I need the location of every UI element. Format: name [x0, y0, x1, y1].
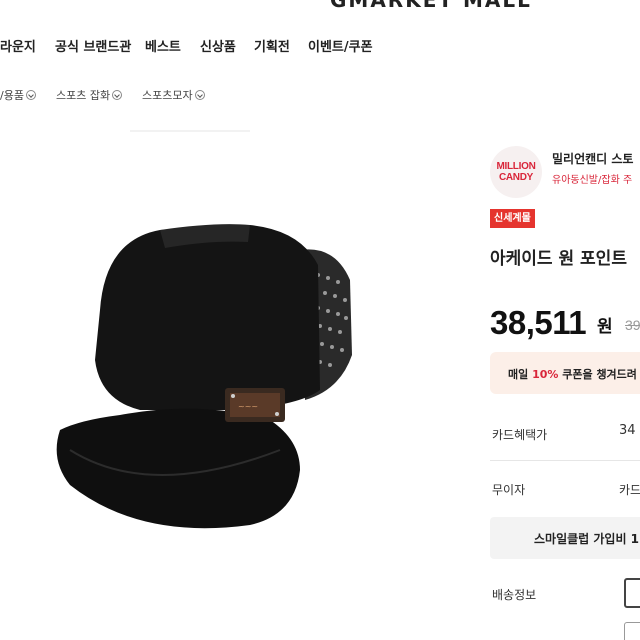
- coupon-text: 매일 10% 쿠폰을 챙겨드려: [508, 366, 637, 382]
- store-title: GMARKET MALL: [330, 0, 532, 12]
- logo-line1: MILLION: [496, 161, 536, 172]
- smile-club-label: 스마일클럽 가입비 1: [534, 532, 640, 546]
- seller-logo[interactable]: MILLION CANDY: [490, 146, 542, 198]
- chevron-down-icon: [25, 90, 36, 100]
- nav-item-official-brand[interactable]: 공식 브랜드관: [55, 36, 131, 55]
- interest-free-value[interactable]: 카드: [619, 481, 640, 498]
- svg-text:~~~: ~~~: [238, 402, 258, 411]
- breadcrumb-item[interactable]: 스포츠모자: [142, 87, 205, 103]
- seller-category[interactable]: 유아동신발/잡화 주: [552, 171, 632, 186]
- breadcrumb-label: 스포츠 잡화: [56, 89, 111, 102]
- nav-item-event-coupon[interactable]: 이벤트/쿠폰: [308, 36, 373, 55]
- coupon-highlight: 10%: [532, 368, 559, 381]
- shipping-label: 배송정보: [492, 588, 537, 602]
- shipping-option-box[interactable]: [624, 578, 640, 608]
- logo-line2: CANDY: [498, 172, 534, 183]
- smile-club-button[interactable]: 스마일클럽 가입비 1: [490, 517, 640, 559]
- chevron-down-icon: [112, 90, 123, 100]
- store-badge: 신세계몰: [490, 209, 535, 228]
- breadcrumb-label: 스포츠모자: [142, 89, 193, 102]
- shipping-option-box[interactable]: [624, 622, 640, 640]
- original-price: 39: [625, 317, 640, 333]
- coupon-suffix: 쿠폰을 챙겨드려: [558, 368, 637, 381]
- cap-image: ~~~: [56, 130, 352, 529]
- nav-item-lounge[interactable]: 라운지: [0, 36, 36, 55]
- breadcrumb-label: /용품: [0, 89, 24, 102]
- breadcrumb-item[interactable]: 스포츠 잡화: [56, 87, 123, 103]
- nav-item-new[interactable]: 신상품: [200, 36, 236, 55]
- price-currency: 원: [597, 317, 613, 337]
- product-image[interactable]: ~~~: [0, 130, 470, 640]
- interest-free-label: 무이자: [492, 483, 526, 497]
- coupon-prefix: 매일: [508, 368, 533, 381]
- chevron-down-icon: [194, 90, 205, 100]
- nav-item-exhibition[interactable]: 기획전: [254, 36, 290, 55]
- breadcrumb-item[interactable]: /용품: [0, 87, 36, 103]
- nav-item-best[interactable]: 베스트: [145, 36, 181, 55]
- card-benefit-label: 카드혜택가: [492, 428, 548, 442]
- coupon-banner[interactable]: 매일 10% 쿠폰을 챙겨드려: [490, 352, 640, 394]
- product-title: 아케이드 원 포인트: [490, 249, 627, 269]
- seller-name[interactable]: 밀리언캔디 스토: [552, 150, 633, 167]
- divider: [490, 460, 640, 461]
- card-benefit-value[interactable]: 34: [619, 423, 636, 438]
- product-price: 38,511: [490, 304, 587, 341]
